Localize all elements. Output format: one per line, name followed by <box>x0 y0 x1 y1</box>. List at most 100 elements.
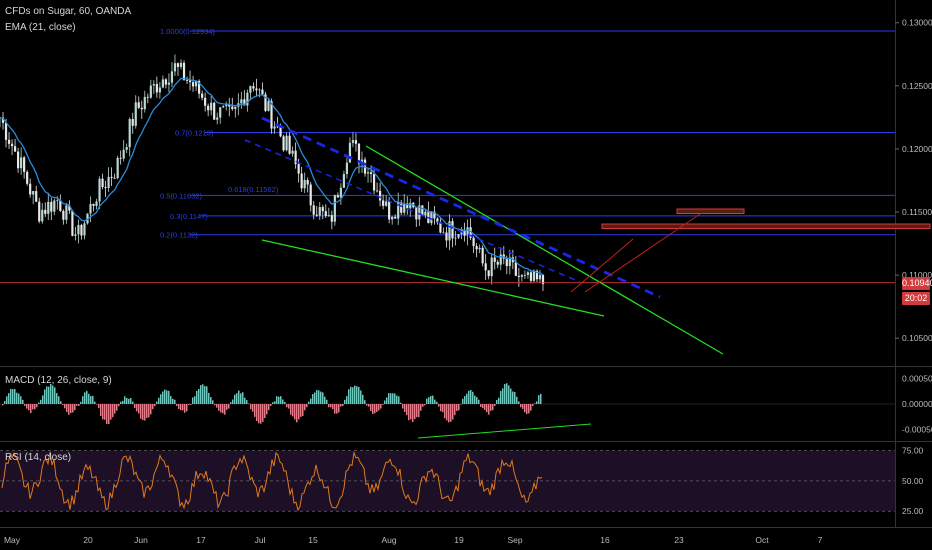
candle-body <box>520 275 523 277</box>
chart-title: CFDs on Sugar, 60, OANDA <box>5 6 132 17</box>
macd-bar <box>366 404 368 406</box>
macd-bar <box>12 389 14 404</box>
macd-bar <box>428 397 430 404</box>
macd-bar <box>92 395 94 404</box>
candle-body <box>351 140 355 143</box>
candle-body <box>379 190 382 201</box>
macd-bar <box>214 404 216 406</box>
macd-bar <box>540 393 542 404</box>
candle-body <box>532 270 536 281</box>
macd-bar <box>482 404 484 409</box>
macd-bar <box>244 397 246 404</box>
candle-body <box>204 97 207 106</box>
x-tick-label: 19 <box>454 535 464 545</box>
macd-bar <box>454 404 456 416</box>
macd-bar <box>470 389 472 404</box>
macd-bar <box>254 404 256 417</box>
macd-bar <box>514 392 516 404</box>
macd-bar <box>36 404 38 408</box>
macd-bar <box>460 403 462 405</box>
macd-bar <box>510 388 512 404</box>
macd-bar <box>410 404 412 420</box>
candle-body <box>134 102 137 126</box>
candle-body <box>258 89 261 91</box>
macd-bar <box>358 386 360 404</box>
macd-bar <box>206 386 208 404</box>
macd-bar <box>386 397 388 404</box>
macd-bar <box>4 400 6 404</box>
macd-bar <box>94 401 96 404</box>
x-tick-label: May <box>4 535 21 545</box>
macd-bar <box>494 404 496 406</box>
macd-bar <box>394 393 396 404</box>
macd-bar <box>310 398 312 404</box>
macd-bar <box>430 396 432 404</box>
candle-body <box>394 216 397 219</box>
candle-body <box>216 117 219 120</box>
macd-bar <box>128 398 130 404</box>
macd-bar <box>52 385 54 404</box>
candle-body <box>321 207 324 212</box>
candle-body <box>213 102 216 120</box>
macd-bar <box>166 390 168 404</box>
y-tick-label: 0.11500 <box>902 207 932 217</box>
macd-bar <box>48 386 50 404</box>
macd-bar <box>46 386 48 404</box>
candle-body <box>309 184 312 206</box>
macd-bar <box>360 390 362 404</box>
macd-bar <box>34 404 36 410</box>
candle-body <box>496 261 499 265</box>
macd-bar <box>256 404 258 422</box>
macd-bar <box>232 399 234 404</box>
macd-bar <box>472 391 474 404</box>
macd-bar <box>194 396 196 404</box>
macd-bar <box>448 404 450 423</box>
macd-bar <box>406 404 408 416</box>
macd-bar <box>458 404 460 411</box>
macd-bar <box>10 388 12 404</box>
macd-bar <box>134 404 136 409</box>
candle-body <box>366 172 370 174</box>
candle-body <box>95 201 98 206</box>
macd-bar <box>158 397 160 404</box>
candle-body <box>152 84 155 86</box>
candle-body <box>182 62 186 81</box>
macd-bar <box>384 400 386 404</box>
candle-body <box>333 195 336 222</box>
candle-body <box>267 101 270 111</box>
candle-body <box>342 173 345 188</box>
macd-bar <box>478 399 480 404</box>
fib-level-label: 0.3(0.1147) <box>170 212 208 221</box>
macd-bar <box>84 392 86 404</box>
macd-bar <box>174 399 176 404</box>
macd-bar <box>116 404 118 411</box>
macd-bar <box>236 393 238 404</box>
macd-bar <box>250 404 252 410</box>
macd-bar <box>24 404 26 406</box>
macd-bar <box>432 395 434 404</box>
macd-bar <box>506 383 508 404</box>
macd-bar <box>446 404 448 421</box>
candle-body <box>526 272 530 275</box>
candle-body <box>339 187 342 198</box>
candle-body <box>47 201 50 214</box>
macd-bar <box>60 401 62 404</box>
candle-body <box>158 87 161 93</box>
candle-body <box>234 106 237 110</box>
macd-bar <box>112 404 114 418</box>
macd-bar <box>124 396 126 404</box>
macd-bar <box>314 392 316 404</box>
candle-body <box>514 262 517 276</box>
macd-bar <box>262 404 264 422</box>
candle-body <box>375 190 379 192</box>
macd-bar <box>186 404 188 412</box>
candle-body <box>17 151 20 169</box>
macd-bar <box>534 403 536 404</box>
macd-bar <box>300 404 302 417</box>
candle-body <box>505 258 508 266</box>
candle-body <box>369 172 373 175</box>
candle-body <box>119 157 122 159</box>
macd-tick-label: -0.00050 <box>902 424 932 434</box>
fib-level-label: 0.618(0.11562) <box>228 185 279 194</box>
macd-bar <box>368 404 370 407</box>
